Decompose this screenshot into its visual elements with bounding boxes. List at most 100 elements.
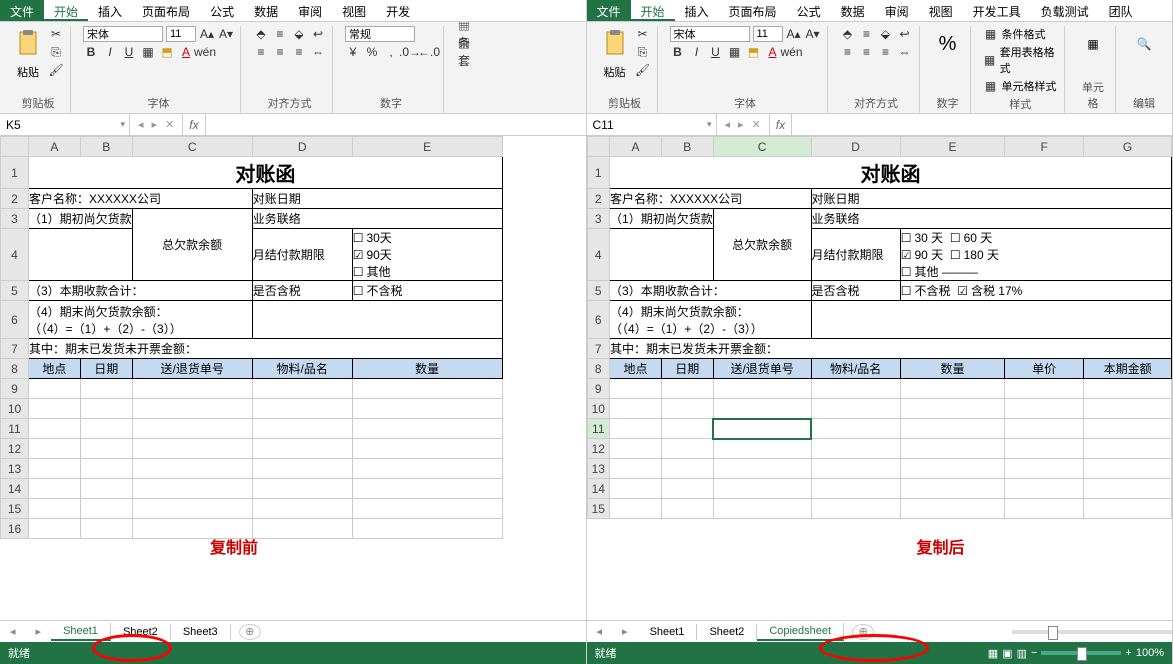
merge-icon[interactable]: ⇔ <box>310 44 326 60</box>
hscroll-thumb[interactable] <box>1012 630 1172 634</box>
formula-input[interactable] <box>791 114 1172 135</box>
col-C[interactable]: C <box>132 137 252 157</box>
wrap-icon[interactable]: ↩ <box>897 26 913 42</box>
align-bottom-icon[interactable]: ⬙ <box>878 26 894 42</box>
tab-formula[interactable]: 公式 <box>787 0 831 21</box>
col-D[interactable]: D <box>252 137 352 157</box>
hdr-location[interactable]: 地点 <box>29 359 81 379</box>
phonetic-icon[interactable]: wén <box>784 44 800 60</box>
add-sheet-button[interactable]: ⊕ <box>239 624 261 640</box>
tax-question[interactable]: 是否含税 <box>811 281 900 301</box>
inc-font-icon[interactable]: A▴ <box>786 26 802 42</box>
selected-cell[interactable] <box>713 419 811 439</box>
add-sheet-button[interactable]: ⊕ <box>852 624 874 640</box>
col-F[interactable]: F <box>1005 137 1084 157</box>
number-icon[interactable]: % <box>932 26 964 62</box>
period-receipts[interactable]: （3）本期收款合计： <box>29 281 253 301</box>
tab-insert[interactable]: 插入 <box>88 0 132 21</box>
fx-label[interactable]: fx <box>183 118 204 132</box>
border-icon[interactable]: ▦ <box>140 44 156 60</box>
tab-insert[interactable]: 插入 <box>675 0 719 21</box>
copy-icon[interactable]: ⎘ <box>48 44 64 60</box>
biz-contact[interactable]: 业务联络 <box>811 209 1171 229</box>
zoom-in-icon[interactable]: + <box>1125 647 1131 659</box>
col-C[interactable]: C <box>713 137 811 157</box>
font-color-icon[interactable]: A <box>178 44 194 60</box>
formula-input[interactable] <box>205 114 586 135</box>
opening-debt[interactable]: （1）期初尚欠货款 <box>610 209 714 229</box>
sheet-nav-next[interactable]: ▸ <box>612 625 638 638</box>
tab-load[interactable]: 负载测试 <box>1031 0 1099 21</box>
hdr-amount[interactable]: 本期金额 <box>1084 359 1172 379</box>
name-box[interactable]: C11 <box>587 114 717 135</box>
phonetic-icon[interactable]: wén <box>197 44 213 60</box>
sheet-tab-1[interactable]: Sheet1 <box>638 624 698 640</box>
tab-dev[interactable]: 开发 <box>376 0 420 21</box>
cut-icon[interactable]: ✂ <box>48 26 64 42</box>
sheet-nav-prev[interactable]: ◂ <box>587 625 613 638</box>
copy-icon[interactable]: ⎘ <box>635 44 651 60</box>
zoom-slider[interactable] <box>1041 651 1121 655</box>
period-receipts[interactable]: （3）本期收款合计： <box>610 281 811 301</box>
align-right-icon[interactable]: ≡ <box>878 44 894 60</box>
align-top-icon[interactable]: ⬘ <box>840 26 856 42</box>
tab-team[interactable]: 团队 <box>1099 0 1143 21</box>
shipped-uninvoiced[interactable]: 其中：期末已发货未开票金额： <box>29 339 503 359</box>
inc-font-icon[interactable]: A▴ <box>199 26 215 42</box>
find-icon[interactable]: 🔍 <box>1128 26 1160 62</box>
font-size[interactable] <box>166 26 196 42</box>
shipped-uninvoiced[interactable]: 其中：期末已发货未开票金额： <box>610 339 1172 359</box>
currency-icon[interactable]: ¥ <box>345 44 361 60</box>
col-A[interactable]: A <box>610 137 662 157</box>
hdr-slip[interactable]: 送/退货单号 <box>713 359 811 379</box>
dec-decimal-icon[interactable]: ←.0 <box>421 44 437 60</box>
inc-decimal-icon[interactable]: .0→ <box>402 44 418 60</box>
tab-home[interactable]: 开始 <box>631 0 675 21</box>
fill-color-icon[interactable]: ⬒ <box>746 44 762 60</box>
hdr-qty[interactable]: 数量 <box>352 359 502 379</box>
align-right-icon[interactable]: ≡ <box>291 44 307 60</box>
view-normal-icon[interactable]: ▦ <box>988 647 998 660</box>
italic-icon[interactable]: I <box>689 44 705 60</box>
col-D[interactable]: D <box>811 137 900 157</box>
tax-options[interactable]: ☐不含税 <box>352 281 502 301</box>
align-top-icon[interactable]: ⬘ <box>253 26 269 42</box>
payment-term[interactable]: 月结付款期限 <box>252 229 352 281</box>
align-left-icon[interactable]: ≡ <box>253 44 269 60</box>
term-checks[interactable]: ☐30 天 ☐60 天☑90 天 ☐180 天☐其他 ——— <box>900 229 1171 281</box>
tab-layout[interactable]: 页面布局 <box>132 0 200 21</box>
hdr-slip[interactable]: 送/退货单号 <box>132 359 252 379</box>
tab-review[interactable]: 审阅 <box>875 0 919 21</box>
hdr-material[interactable]: 物料/品名 <box>811 359 900 379</box>
zoom-out-icon[interactable]: − <box>1031 647 1037 659</box>
sheet-nav-prev[interactable]: ◂ <box>0 625 26 638</box>
italic-icon[interactable]: I <box>102 44 118 60</box>
bold-icon[interactable]: B <box>670 44 686 60</box>
align-middle-icon[interactable]: ≡ <box>859 26 875 42</box>
underline-icon[interactable]: U <box>121 44 137 60</box>
worksheet[interactable]: ABCDEFG 1对账函 2客户名称：XXXXXX公司对账日期 3（1）期初尚欠… <box>587 136 1173 620</box>
number-format[interactable] <box>345 26 415 42</box>
closing-debt[interactable]: （4）期末尚欠货款余额： （（4）=（1）+（2）-（3）） <box>29 301 253 339</box>
worksheet[interactable]: ABCDE 1对账函 2客户名称：XXXXXX公司对账日期 3（1）期初尚欠货款… <box>0 136 586 620</box>
tab-formula[interactable]: 公式 <box>200 0 244 21</box>
dec-font-icon[interactable]: A▾ <box>805 26 821 42</box>
tab-review[interactable]: 审阅 <box>288 0 332 21</box>
recon-date[interactable]: 对账日期 <box>252 189 502 209</box>
table-format-icon[interactable]: ▦ <box>983 52 997 68</box>
col-E[interactable]: E <box>900 137 1004 157</box>
hdr-price[interactable]: 单价 <box>1005 359 1084 379</box>
cond-format-icon[interactable]: ▦ <box>983 26 999 42</box>
tab-data[interactable]: 数据 <box>244 0 288 21</box>
bold-icon[interactable]: B <box>83 44 99 60</box>
hdr-qty[interactable]: 数量 <box>900 359 1004 379</box>
closing-debt[interactable]: （4）期末尚欠货款余额： （（4）=（1）+（2）-（3）） <box>610 301 811 339</box>
hdr-date[interactable]: 日期 <box>661 359 713 379</box>
payment-term[interactable]: 月结付款期限 <box>811 229 900 281</box>
align-center-icon[interactable]: ≡ <box>859 44 875 60</box>
opening-debt[interactable]: （1）期初尚欠货款 <box>29 209 133 229</box>
align-center-icon[interactable]: ≡ <box>272 44 288 60</box>
row-1[interactable]: 1 <box>1 157 29 189</box>
fx-label[interactable]: fx <box>770 118 791 132</box>
align-bottom-icon[interactable]: ⬙ <box>291 26 307 42</box>
